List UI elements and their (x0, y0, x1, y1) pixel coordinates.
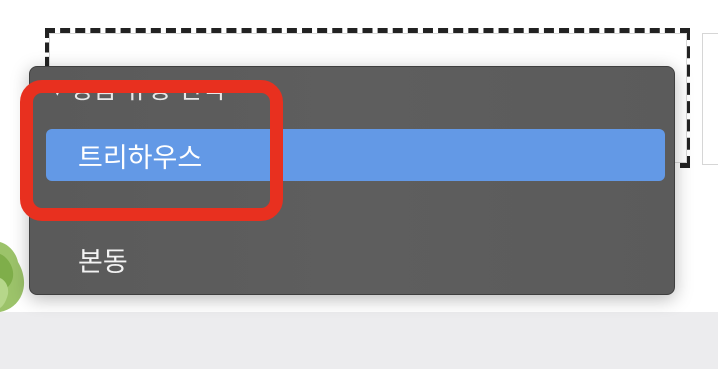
annotation-highlight-box (20, 80, 283, 221)
option-main-building[interactable]: 본동 (46, 233, 665, 285)
plant-image (0, 242, 25, 312)
right-panel-edge (702, 33, 718, 165)
option-label: 본동 (78, 246, 128, 278)
screen: ▼ 상품 유형 선택 트리하우스 캐빈 본동 (0, 0, 718, 369)
bottom-section-background (0, 312, 718, 369)
